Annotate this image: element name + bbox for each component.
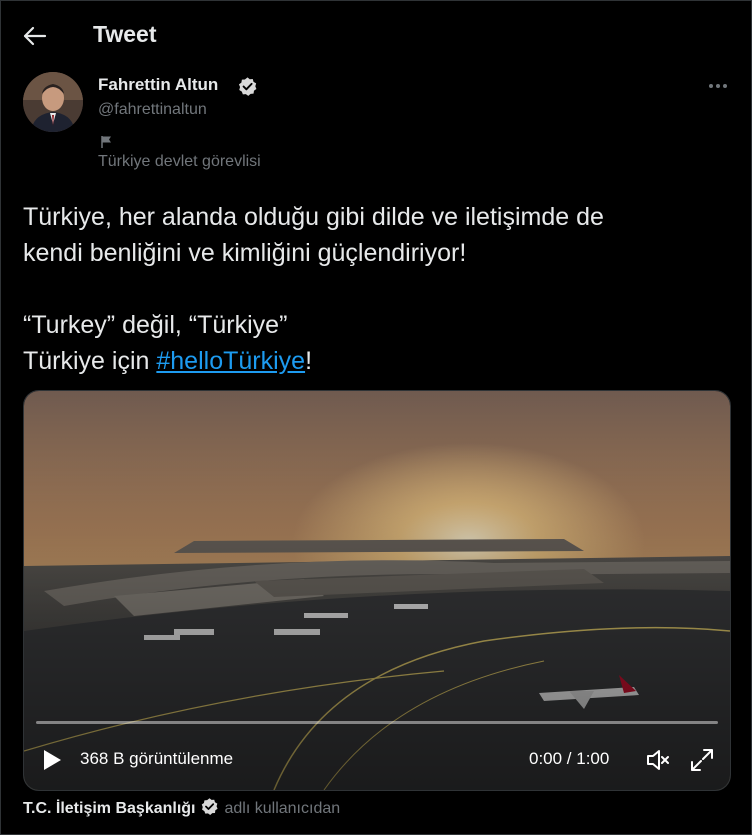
more-options-icon[interactable] [701, 76, 735, 96]
tweet-text: Türkiye, her alanda olduğu gibi dilde ve… [23, 199, 733, 379]
play-icon[interactable] [40, 747, 64, 773]
author-handle[interactable]: @fahrettinaltun [98, 101, 207, 119]
view-count: 368 B görüntülenme [80, 749, 234, 768]
flag-icon [100, 135, 114, 149]
tweet-line: “Turkey” değil, “Türkiye” [23, 311, 288, 339]
fullscreen-icon[interactable] [688, 746, 716, 774]
verified-badge-icon [237, 76, 258, 97]
source-suffix: adlı kullanıcıdan [224, 800, 341, 817]
tweet-line-prefix: Türkiye için [23, 347, 157, 375]
page-title: Tweet [93, 21, 157, 47]
tweet-page: Tweet Fahrettin Altun @fahrettinaltun Tü… [0, 0, 752, 835]
arrow-left-icon[interactable] [21, 22, 51, 50]
avatar[interactable] [23, 72, 83, 132]
tweet-line: Türkiye için #helloTürkiye! [23, 343, 733, 379]
author-name[interactable]: Fahrettin Altun [98, 75, 218, 95]
tweet-line: Türkiye, her alanda olduğu gibi dilde ve… [23, 203, 604, 231]
tweet-line-suffix: ! [305, 347, 313, 375]
video-player[interactable]: 368 B görüntülenme 0:00 / 1:00 [23, 390, 731, 791]
video-source: T.C. İletişim Başkanlığı adlı kullanıcıda… [23, 797, 340, 818]
hashtag-link[interactable]: #helloTürkiye [156, 347, 305, 375]
video-time: 0:00 / 1:00 [529, 749, 610, 768]
header: Tweet [1, 1, 752, 71]
video-progress-bar[interactable] [36, 721, 718, 724]
video-thumbnail [24, 391, 730, 790]
government-label: Türkiye devlet görevlisi [98, 153, 261, 170]
source-account-name[interactable]: T.C. İletişim Başkanlığı [23, 800, 196, 817]
volume-muted-icon[interactable] [644, 746, 672, 774]
verified-badge-icon [200, 797, 219, 816]
tweet-line: kendi benliğini ve kimliğini güçlendiriy… [23, 239, 467, 267]
